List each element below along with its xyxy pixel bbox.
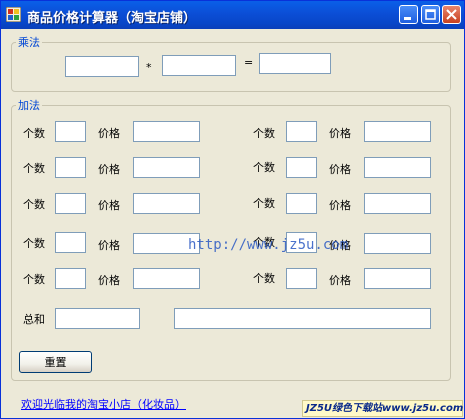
- total-label: 总和: [23, 313, 45, 326]
- watermark-url: http://www.jz5u.com: [188, 237, 349, 253]
- price-input-5[interactable]: [133, 268, 200, 289]
- count-label: 个数: [253, 272, 275, 285]
- count-input-5[interactable]: [55, 268, 86, 289]
- count-input-7[interactable]: [286, 157, 317, 178]
- add-legend: 加法: [16, 97, 42, 113]
- price-label: 价格: [329, 274, 351, 287]
- price-input-8[interactable]: [364, 193, 431, 214]
- price-input-6[interactable]: [364, 121, 431, 142]
- equals-sign: =: [244, 56, 254, 69]
- count-label: 个数: [23, 162, 45, 175]
- multiply-input-b[interactable]: [162, 55, 236, 76]
- price-input-7[interactable]: [364, 157, 431, 178]
- price-label: 价格: [329, 163, 351, 176]
- count-label: 个数: [23, 127, 45, 140]
- price-label: 价格: [98, 127, 120, 140]
- price-label: 价格: [329, 127, 351, 140]
- multiply-operator: *: [146, 61, 152, 74]
- price-label: 价格: [329, 199, 351, 212]
- multiply-result[interactable]: [259, 53, 331, 74]
- price-input-9[interactable]: [364, 233, 431, 254]
- multiply-legend: 乘法: [16, 34, 42, 50]
- count-input-1[interactable]: [55, 121, 86, 142]
- price-label: 价格: [98, 239, 120, 252]
- count-label: 个数: [253, 127, 275, 140]
- title-bar[interactable]: 商品价格计算器（淘宝店铺）: [1, 1, 464, 29]
- price-label: 价格: [98, 163, 120, 176]
- site-badge: JZ5U绿色下载站www.jz5u.com: [302, 400, 463, 417]
- count-label: 个数: [253, 161, 275, 174]
- count-input-4[interactable]: [55, 232, 86, 253]
- multiply-input-a[interactable]: [65, 56, 139, 77]
- shop-link[interactable]: 欢迎光临我的淘宝小店（化妆品）: [21, 396, 186, 412]
- count-input-2[interactable]: [55, 157, 86, 178]
- minimize-button[interactable]: [399, 5, 418, 24]
- count-label: 个数: [23, 198, 45, 211]
- total-input[interactable]: [55, 308, 140, 329]
- window-title: 商品价格计算器（淘宝店铺）: [27, 11, 197, 26]
- count-label: 个数: [23, 237, 45, 250]
- count-label: 个数: [23, 273, 45, 286]
- price-input-2[interactable]: [133, 157, 200, 178]
- price-input-1[interactable]: [133, 121, 200, 142]
- price-label: 价格: [98, 274, 120, 287]
- count-input-6[interactable]: [286, 121, 317, 142]
- count-input-8[interactable]: [286, 193, 317, 214]
- maximize-button[interactable]: [421, 5, 440, 24]
- price-input-10[interactable]: [364, 268, 431, 289]
- count-label: 个数: [253, 197, 275, 210]
- count-input-3[interactable]: [55, 193, 86, 214]
- price-label: 价格: [98, 199, 120, 212]
- count-input-10[interactable]: [286, 268, 317, 289]
- close-button[interactable]: [442, 5, 461, 24]
- price-input-3[interactable]: [133, 193, 200, 214]
- app-icon: [5, 6, 22, 23]
- reset-button[interactable]: 重置: [19, 351, 92, 373]
- main-window: 商品价格计算器（淘宝店铺） 乘法 * = 加法 个数 价格 个数 价格 个数 价…: [0, 0, 465, 419]
- total-detail-input[interactable]: [174, 308, 431, 329]
